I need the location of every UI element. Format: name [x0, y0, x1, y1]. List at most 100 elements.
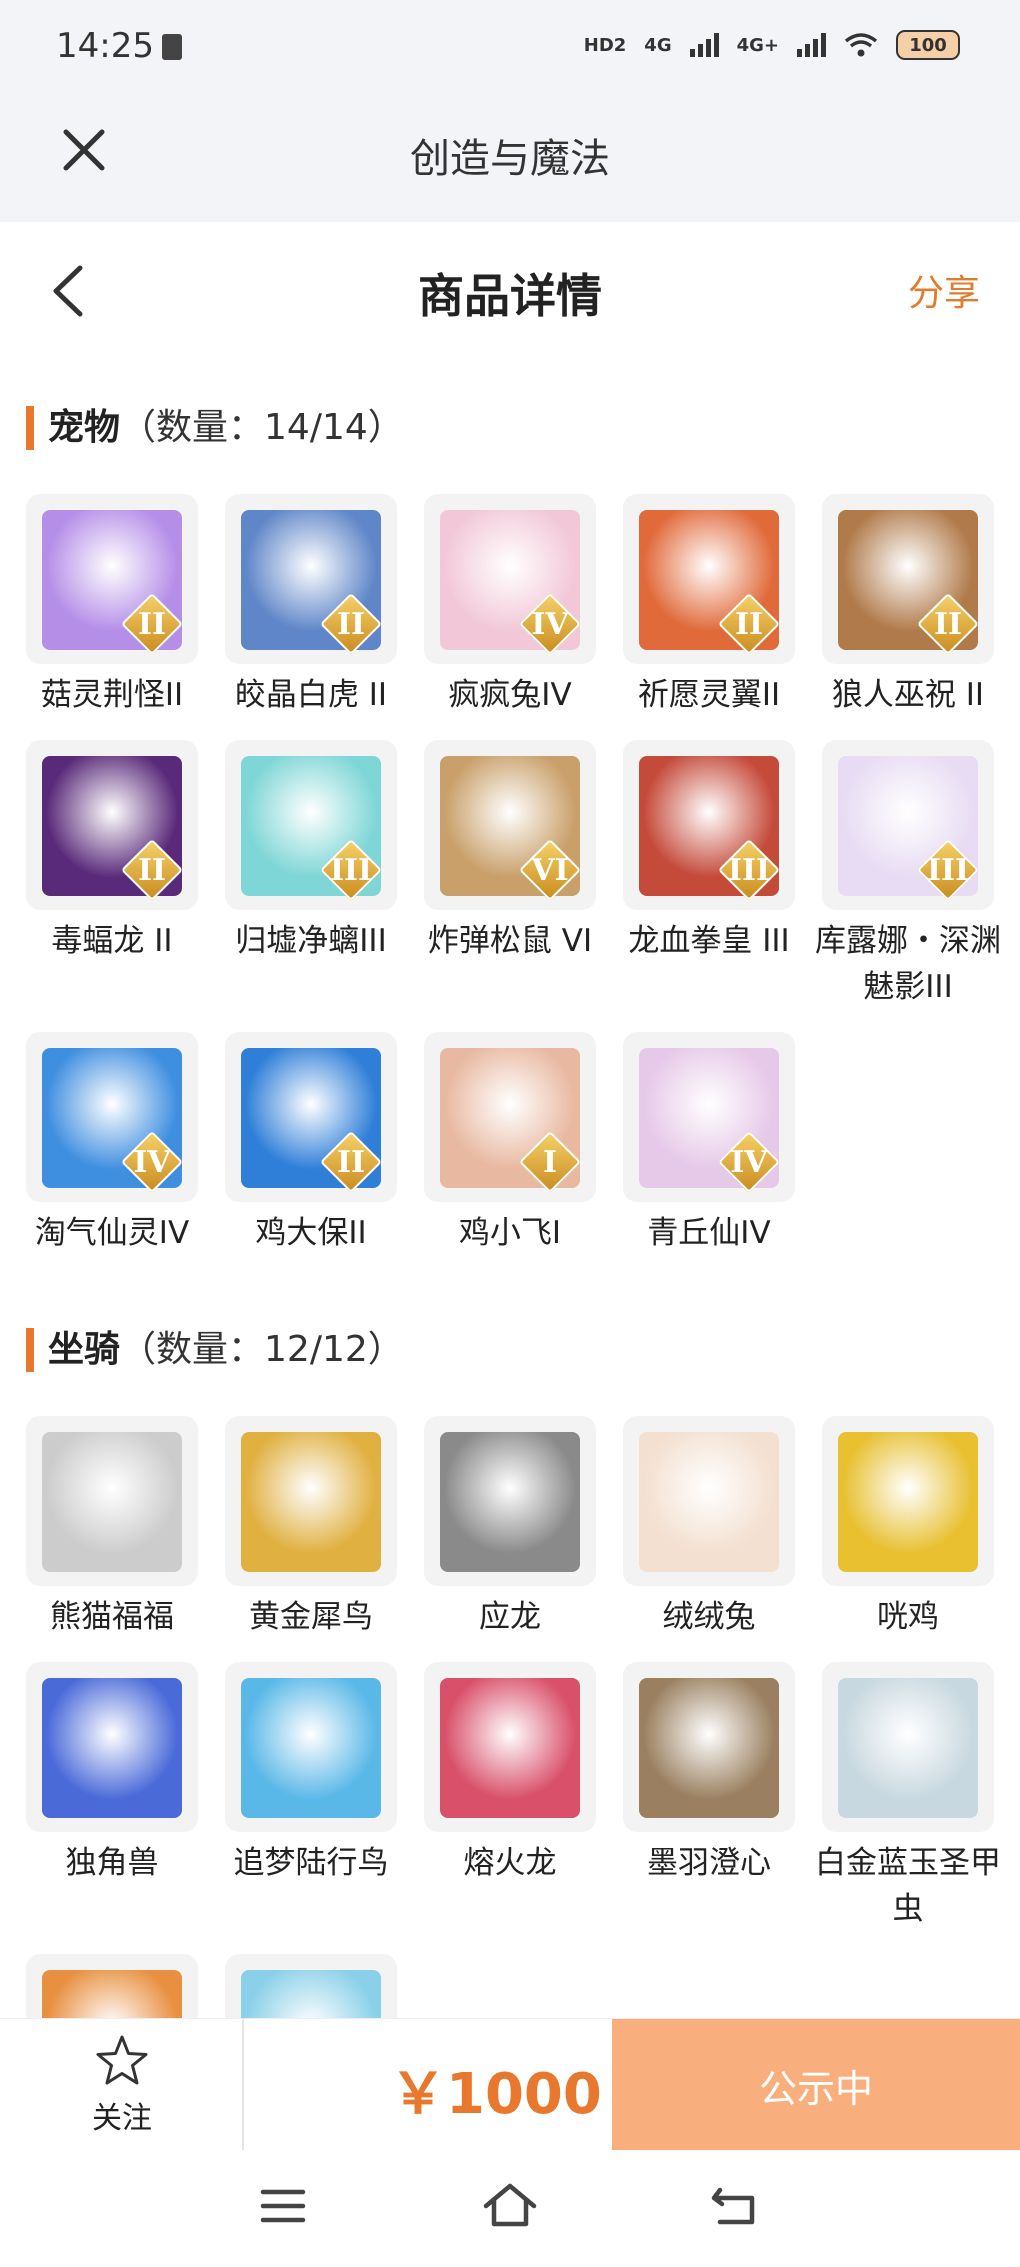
pet-name: 淘气仙灵IV: [34, 1215, 190, 1251]
mounts-grid: 熊猫福福 黄金犀鸟 应龙 绒绒兔 咣鸡独角兽 追梦陆行鸟 熔火龙 墨羽澄心 白金蓝玉圣甲虫: [26, 1416, 1000, 2018]
pet-thumbnail: VI: [424, 740, 596, 910]
rank-badge-text: IV: [531, 607, 569, 642]
pet-item[interactable]: II 菇灵荆怪II: [26, 494, 198, 718]
mount-item[interactable]: [225, 1954, 397, 2018]
pet-thumbnail: IV: [424, 494, 596, 664]
mount-name: 黄金犀鸟: [249, 1599, 373, 1635]
mount-thumbnail: [225, 1416, 397, 1586]
pet-item[interactable]: VI 炸弹松鼠 VI: [424, 740, 596, 1010]
pets-label: 宠物: [48, 407, 121, 448]
pet-name: 库露娜・深渊魅影III: [815, 923, 1001, 1005]
pet-thumbnail: III: [225, 740, 397, 910]
mount-item[interactable]: 黄金犀鸟: [225, 1416, 397, 1640]
star-icon: [96, 2035, 148, 2085]
mount-thumbnail: [225, 1662, 397, 1832]
mount-item[interactable]: 熊猫福福: [26, 1416, 198, 1640]
mount-image: [440, 1678, 580, 1818]
menu-icon[interactable]: [253, 2178, 313, 2234]
status-icons: HD2 4G 4G+ 100: [584, 30, 960, 60]
divider: [242, 2019, 244, 2151]
pets-section-title: 宠物（数量：14/14）: [26, 406, 404, 450]
hd-icon: HD2: [583, 34, 627, 56]
mount-item[interactable]: [26, 1954, 198, 2018]
pet-item[interactable]: III 龙血拳皇 III: [623, 740, 795, 1010]
mount-thumbnail: [822, 1416, 994, 1586]
mount-item[interactable]: 追梦陆行鸟: [225, 1662, 397, 1932]
mount-image: [241, 1432, 381, 1572]
pet-name: 菇灵荆怪II: [40, 677, 184, 713]
mount-item[interactable]: 墨羽澄心: [623, 1662, 795, 1932]
mount-item[interactable]: 咣鸡: [822, 1416, 994, 1640]
share-button[interactable]: 分享: [908, 264, 980, 316]
mount-image: [440, 1432, 580, 1572]
pet-thumbnail: II: [225, 1032, 397, 1202]
mount-image: [639, 1432, 779, 1572]
pet-item[interactable]: IV 青丘仙IV: [623, 1032, 795, 1256]
pets-grid: II 菇灵荆怪II II 皎晶白虎 II IV 疯疯兔IV II 祈愿灵翼II II 狼人巫祝 I…: [26, 494, 1001, 1256]
pet-thumbnail: II: [623, 494, 795, 664]
app-bar: 创造与魔法: [0, 96, 1020, 222]
pet-name: 毒蝠龙 II: [51, 923, 173, 959]
pet-item[interactable]: III 库露娜・深渊魅影III: [815, 740, 1001, 1010]
mount-image: [838, 1432, 978, 1572]
rank-badge-text: II: [336, 1145, 366, 1180]
pet-item[interactable]: II 毒蝠龙 II: [26, 740, 198, 1010]
pet-thumbnail: IV: [623, 1032, 795, 1202]
pet-thumbnail: III: [623, 740, 795, 910]
rank-badge-text: VI: [531, 853, 569, 888]
signal-1-label: 4G: [644, 34, 672, 56]
mounts-section-title: 坐骑（数量：12/12）: [26, 1328, 404, 1372]
mount-thumbnail: [26, 1954, 198, 2018]
pet-name: 炸弹松鼠 VI: [427, 923, 593, 959]
pet-item[interactable]: I 鸡小飞I: [424, 1032, 596, 1256]
bottom-bar: 关注 ￥1000 公示中: [0, 2018, 1020, 2151]
system-nav-bar: [0, 2150, 1020, 2267]
mount-image: [241, 1678, 381, 1818]
page-header: 商品详情 分享: [0, 222, 1020, 352]
public-status-button[interactable]: 公示中: [612, 2019, 1020, 2151]
pet-name: 狼人巫祝 II: [831, 677, 985, 713]
return-icon[interactable]: [706, 2178, 766, 2234]
rank-badge-text: III: [329, 853, 373, 888]
pet-item[interactable]: II 祈愿灵翼II: [623, 494, 795, 718]
rank-badge-text: II: [137, 607, 167, 642]
mount-image: [838, 1678, 978, 1818]
pet-thumbnail: IV: [26, 1032, 198, 1202]
mount-name: 白金蓝玉圣甲虫: [815, 1845, 1000, 1927]
rank-badge-text: III: [727, 853, 771, 888]
mount-item[interactable]: 白金蓝玉圣甲虫: [815, 1662, 1000, 1932]
mount-item[interactable]: 绒绒兔: [623, 1416, 795, 1640]
mount-image: [639, 1678, 779, 1818]
pet-item[interactable]: III 归墟净螭III: [225, 740, 397, 1010]
pet-item[interactable]: II 狼人巫祝 II: [822, 494, 994, 718]
rank-badge-text: II: [137, 853, 167, 888]
page-title: 商品详情: [418, 269, 602, 323]
mount-item[interactable]: 应龙: [424, 1416, 596, 1640]
mount-thumbnail: [26, 1662, 198, 1832]
mount-item[interactable]: 熔火龙: [424, 1662, 596, 1932]
pet-name: 祈愿灵翼II: [637, 677, 781, 713]
clipboard-icon: [162, 34, 182, 60]
mount-name: 墨羽澄心: [647, 1845, 771, 1881]
mount-image: [42, 1970, 182, 2018]
pets-count: （数量：14/14）: [120, 407, 404, 448]
mount-item[interactable]: 独角兽: [26, 1662, 198, 1932]
mount-thumbnail: [623, 1416, 795, 1586]
pet-name: 龙血拳皇 III: [628, 923, 790, 959]
pet-thumbnail: III: [822, 740, 994, 910]
pet-item[interactable]: IV 淘气仙灵IV: [26, 1032, 198, 1256]
pet-item[interactable]: IV 疯疯兔IV: [424, 494, 596, 718]
rank-badge-text: IV: [730, 1145, 768, 1180]
pet-name: 归墟净螭III: [235, 923, 387, 959]
home-icon[interactable]: [480, 2178, 540, 2234]
mounts-count: （数量：12/12）: [120, 1329, 404, 1370]
pet-item[interactable]: II 皎晶白虎 II: [225, 494, 397, 718]
status-bar: 14:25 HD2 4G 4G+ 100: [0, 0, 1020, 96]
pet-name: 鸡小飞I: [458, 1215, 562, 1251]
pet-item[interactable]: II 鸡大保II: [225, 1032, 397, 1256]
mount-name: 追梦陆行鸟: [233, 1845, 389, 1881]
wifi-icon: [844, 33, 878, 57]
pet-name: 疯疯兔IV: [448, 677, 572, 713]
pet-thumbnail: I: [424, 1032, 596, 1202]
follow-button[interactable]: 关注: [72, 2033, 172, 2137]
